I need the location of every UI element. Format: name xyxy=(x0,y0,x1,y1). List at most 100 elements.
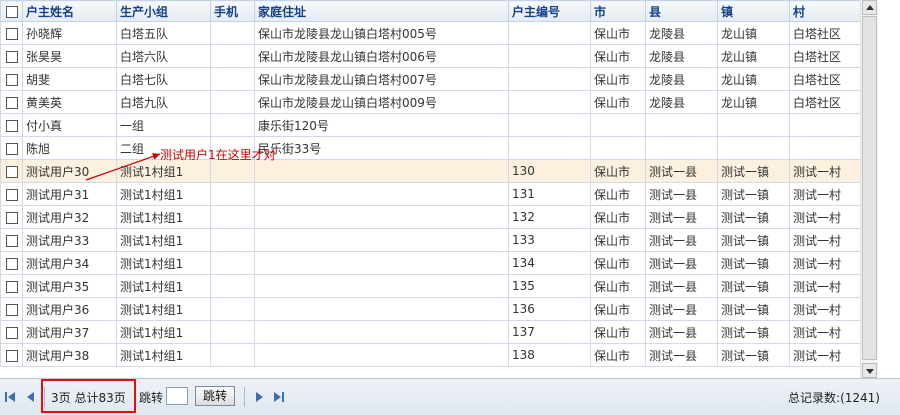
last-page-icon[interactable] xyxy=(272,390,286,404)
row-checkbox[interactable] xyxy=(0,21,23,45)
table-cell xyxy=(254,320,509,344)
table-row[interactable]: 陈旭 二组 民乐街33号 xyxy=(0,136,861,160)
table-cell: 135 xyxy=(508,274,591,298)
table-row[interactable]: 测试用户33 测试1村组1 133 保山市 测试一县 测试一镇 测试一村 xyxy=(0,228,861,252)
column-header[interactable]: 家庭住址 xyxy=(254,0,509,22)
checkbox-box[interactable] xyxy=(5,27,18,40)
table-row[interactable]: 测试用户32 测试1村组1 132 保山市 测试一县 测试一镇 测试一村 xyxy=(0,205,861,229)
table-row[interactable]: 测试用户31 测试1村组1 131 保山市 测试一县 测试一镇 测试一村 xyxy=(0,182,861,206)
table-cell: 测试用户36 xyxy=(22,297,117,321)
row-checkbox[interactable] xyxy=(0,274,23,298)
table-cell: 白塔九队 xyxy=(116,90,211,114)
table-cell: 测试一县 xyxy=(645,205,718,229)
table-row[interactable]: 黄美英 白塔九队 保山市龙陵县龙山镇白塔村009号 保山市 龙陵县 龙山镇 白塔社区 xyxy=(0,90,861,114)
row-checkbox[interactable] xyxy=(0,297,23,321)
checkbox-box[interactable] xyxy=(5,349,18,362)
table-cell xyxy=(254,205,509,229)
table-row[interactable]: 测试用户36 测试1村组1 136 保山市 测试一县 测试一镇 测试一村 xyxy=(0,297,861,321)
select-all-checkbox[interactable] xyxy=(0,0,23,22)
checkbox-box[interactable] xyxy=(5,280,18,293)
table-cell: 133 xyxy=(508,228,591,252)
table-cell: 测试一镇 xyxy=(717,251,790,275)
table-cell: 龙山镇 xyxy=(717,44,790,68)
row-checkbox[interactable] xyxy=(0,182,23,206)
table-row[interactable]: 孙晓辉 白塔五队 保山市龙陵县龙山镇白塔村005号 保山市 龙陵县 龙山镇 白塔社区 xyxy=(0,21,861,45)
column-header[interactable]: 村 xyxy=(789,0,861,22)
table-cell xyxy=(210,297,255,321)
scroll-up-icon[interactable] xyxy=(862,0,877,15)
table-cell: 测试用户37 xyxy=(22,320,117,344)
table-row[interactable]: 测试用户30 测试1村组1 130 保山市 测试一县 测试一镇 测试一村 xyxy=(0,159,861,183)
data-grid: 户主姓名 生产小组 手机 家庭住址 户主编号 市 县 镇 村 孙晓辉 白塔五队 保山… xyxy=(0,0,878,378)
table-cell xyxy=(210,182,255,206)
table-cell: 测试一县 xyxy=(645,274,718,298)
checkbox-box[interactable] xyxy=(5,234,18,247)
scroll-thumb[interactable] xyxy=(862,16,877,360)
grid-table: 户主姓名 生产小组 手机 家庭住址 户主编号 市 县 镇 村 孙晓辉 白塔五队 保山… xyxy=(0,0,861,367)
checkbox-box[interactable] xyxy=(5,119,18,132)
table-cell: 测试用户34 xyxy=(22,251,117,275)
table-cell: 测试1村组1 xyxy=(116,297,211,321)
table-row[interactable]: 张昊昊 白塔六队 保山市龙陵县龙山镇白塔村006号 保山市 龙陵县 龙山镇 白塔社区 xyxy=(0,44,861,68)
jump-label: 跳转 xyxy=(139,391,164,405)
row-checkbox[interactable] xyxy=(0,343,23,367)
table-row[interactable]: 付小真 一组 康乐街120号 xyxy=(0,113,861,137)
table-row[interactable]: 测试用户34 测试1村组1 134 保山市 测试一县 测试一镇 测试一村 xyxy=(0,251,861,275)
table-cell: 保山市龙陵县龙山镇白塔村009号 xyxy=(254,90,509,114)
checkbox-box[interactable] xyxy=(5,326,18,339)
row-checkbox[interactable] xyxy=(0,205,23,229)
row-checkbox[interactable] xyxy=(0,159,23,183)
table-cell: 测试一村 xyxy=(789,274,861,298)
checkbox-box[interactable] xyxy=(5,96,18,109)
jump-page-input[interactable] xyxy=(166,387,188,405)
next-page-icon[interactable] xyxy=(252,390,266,404)
checkbox-box[interactable] xyxy=(5,50,18,63)
row-checkbox[interactable] xyxy=(0,44,23,68)
vertical-scrollbar[interactable] xyxy=(860,0,878,378)
table-cell xyxy=(645,113,718,137)
checkbox-box[interactable] xyxy=(5,303,18,316)
row-checkbox[interactable] xyxy=(0,136,23,160)
table-cell xyxy=(254,343,509,367)
row-checkbox[interactable] xyxy=(0,67,23,91)
table-row[interactable]: 测试用户38 测试1村组1 138 保山市 测试一县 测试一镇 测试一村 xyxy=(0,343,861,367)
table-cell xyxy=(210,343,255,367)
checkbox-box[interactable] xyxy=(5,5,18,18)
checkbox-box[interactable] xyxy=(5,165,18,178)
row-checkbox[interactable] xyxy=(0,320,23,344)
table-cell: 测试一村 xyxy=(789,182,861,206)
row-checkbox[interactable] xyxy=(0,90,23,114)
column-header[interactable]: 市 xyxy=(590,0,646,22)
column-header[interactable]: 生产小组 xyxy=(116,0,211,22)
prev-page-icon[interactable] xyxy=(24,390,38,404)
table-cell: 保山市 xyxy=(590,274,646,298)
column-header[interactable]: 手机 xyxy=(210,0,255,22)
table-cell: 131 xyxy=(508,182,591,206)
checkbox-box[interactable] xyxy=(5,211,18,224)
first-page-icon[interactable] xyxy=(4,390,18,404)
table-cell: 测试一县 xyxy=(645,320,718,344)
row-checkbox[interactable] xyxy=(0,113,23,137)
table-cell: 测试一村 xyxy=(789,343,861,367)
column-header[interactable]: 户主姓名 xyxy=(22,0,117,22)
scroll-down-icon[interactable] xyxy=(862,363,877,378)
table-cell: 测试一村 xyxy=(789,297,861,321)
table-cell xyxy=(254,274,509,298)
table-row[interactable]: 测试用户37 测试1村组1 137 保山市 测试一县 测试一镇 测试一村 xyxy=(0,320,861,344)
row-checkbox[interactable] xyxy=(0,228,23,252)
table-cell: 白塔社区 xyxy=(789,67,861,91)
checkbox-box[interactable] xyxy=(5,188,18,201)
column-header[interactable]: 县 xyxy=(645,0,718,22)
checkbox-box[interactable] xyxy=(5,73,18,86)
table-row[interactable]: 测试用户35 测试1村组1 135 保山市 测试一县 测试一镇 测试一村 xyxy=(0,274,861,298)
row-checkbox[interactable] xyxy=(0,251,23,275)
column-header[interactable]: 户主编号 xyxy=(508,0,591,22)
checkbox-box[interactable] xyxy=(5,142,18,155)
jump-button[interactable]: 跳转 xyxy=(195,386,235,406)
grid-body: 孙晓辉 白塔五队 保山市龙陵县龙山镇白塔村005号 保山市 龙陵县 龙山镇 白塔社区 张昊昊白… xyxy=(0,21,861,367)
column-header[interactable]: 镇 xyxy=(717,0,790,22)
table-row[interactable]: 胡斐 白塔七队 保山市龙陵县龙山镇白塔村007号 保山市 龙陵县 龙山镇 白塔社区 xyxy=(0,67,861,91)
table-cell: 龙山镇 xyxy=(717,21,790,45)
grid-header-row: 户主姓名 生产小组 手机 家庭住址 户主编号 市 县 镇 村 xyxy=(0,0,861,22)
checkbox-box[interactable] xyxy=(5,257,18,270)
